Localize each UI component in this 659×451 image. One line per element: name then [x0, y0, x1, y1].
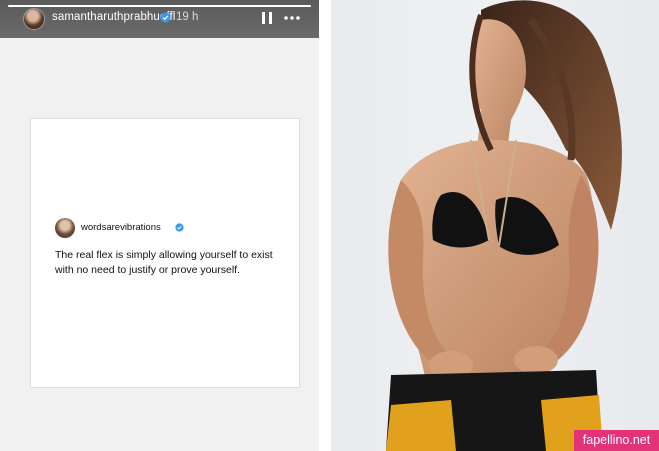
portrait-photo — [331, 0, 659, 451]
avatar[interactable] — [23, 8, 45, 30]
pause-icon[interactable] — [260, 10, 274, 26]
verified-badge-icon — [175, 223, 184, 232]
site-watermark: fapellino.net — [574, 430, 659, 451]
portrait-illustration — [386, 0, 622, 451]
story-progress-bar — [8, 5, 311, 7]
story-username[interactable]: samantharuthprabhuoffl — [52, 11, 175, 23]
shared-post-text: The real flex is simply allowing yoursel… — [55, 249, 273, 276]
shared-post-card[interactable]: wordsarevibrations The real flex is simp… — [30, 118, 300, 388]
more-options-icon[interactable] — [283, 10, 301, 26]
verified-badge-icon — [160, 12, 171, 23]
story-time: 19 h — [176, 11, 199, 23]
shared-post-handle: wordsarevibrations — [81, 222, 161, 233]
shared-post-avatar — [55, 218, 75, 238]
story-progress-fill — [8, 5, 311, 7]
story-header: samantharuthprabhuoffl 19 h — [0, 0, 319, 38]
story-viewer: samantharuthprabhuoffl 19 h wordsarevibr… — [0, 0, 319, 451]
